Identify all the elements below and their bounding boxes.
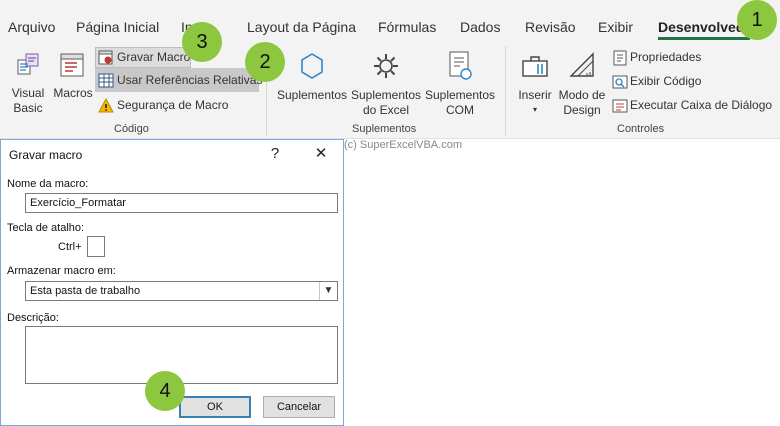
tab-exibir[interactable]: Exibir (598, 19, 633, 35)
descricao-label: Descrição: (7, 312, 59, 324)
properties-icon (613, 50, 627, 66)
chevron-down-icon[interactable]: ▼ (319, 282, 337, 300)
gravar-macro-label: Gravar Macro (117, 50, 191, 64)
gear-icon (374, 54, 398, 78)
tab-dados[interactable]: Dados (460, 19, 500, 35)
group-label-suplementos: Suplementos (352, 123, 417, 135)
tab-revisao[interactable]: Revisão (525, 19, 576, 35)
tab-pagina-inicial[interactable]: Página Inicial (76, 19, 159, 35)
seguranca-macro-label: Segurança de Macro (117, 98, 229, 112)
visual-basic-label-2: Basic (13, 101, 43, 115)
step-badge-1: 1 (737, 0, 777, 40)
inserir-label: Inserir (518, 88, 552, 102)
relative-references-icon (98, 73, 114, 88)
suplementos-com-label-2: COM (446, 103, 474, 117)
armazenar-macro-value: Esta pasta de trabalho (30, 285, 141, 297)
macros-button[interactable]: Macros (52, 44, 94, 114)
group-label-codigo: Código (114, 123, 149, 135)
usar-referencias-label: Usar Referências Relativas (117, 73, 263, 87)
tecla-atalho-label: Tecla de atalho: (7, 222, 85, 234)
watermark: (c) SuperExcelVBA.com (344, 139, 462, 151)
warning-icon (98, 98, 114, 113)
chevron-down-icon: ▾ (532, 105, 537, 114)
seguranca-macro-button[interactable]: Segurança de Macro (98, 97, 228, 115)
ribbon-tab-bar: Arquivo Página Inicial In Layout da Pági… (0, 0, 780, 40)
suplementos-excel-button[interactable]: Suplementos do Excel (350, 44, 422, 117)
com-addin-icon (449, 51, 472, 80)
group-separator (505, 46, 506, 136)
visual-basic-button[interactable]: Visual Basic (6, 44, 50, 115)
help-icon[interactable]: ? (263, 144, 287, 164)
cancelar-button[interactable]: Cancelar (263, 396, 335, 418)
nome-macro-label: Nome da macro: (7, 178, 89, 190)
usar-referencias-relativas-button[interactable]: Usar Referências Relativas (98, 72, 262, 90)
suplementos-label: Suplementos (276, 88, 348, 102)
executar-caixa-dialogo-button[interactable]: Executar Caixa de Diálogo (612, 97, 772, 115)
visual-basic-icon (17, 53, 39, 75)
modo-design-label-2: Design (563, 103, 601, 117)
macros-icon (60, 53, 84, 77)
suplementos-com-label-1: Suplementos (424, 88, 496, 102)
toolbox-icon (522, 56, 548, 77)
armazenar-macro-label: Armazenar macro em: (7, 265, 116, 277)
gravar-macro-button[interactable]: Gravar Macro (98, 49, 190, 67)
dialog-title: Gravar macro (9, 148, 83, 162)
ctrl-label: Ctrl+ (58, 241, 82, 253)
design-mode-icon (569, 52, 594, 77)
modo-design-label-1: Modo de (558, 88, 606, 102)
tab-layout[interactable]: Layout da Página (247, 19, 356, 35)
suplementos-button[interactable]: Suplementos (276, 44, 348, 114)
run-dialog-icon (612, 99, 628, 113)
view-code-icon (612, 75, 628, 89)
ok-button[interactable]: OK (179, 396, 251, 418)
record-macro-icon (98, 50, 113, 65)
executar-label: Executar Caixa de Diálogo (630, 98, 773, 112)
suplementos-com-button[interactable]: Suplementos COM (424, 44, 496, 117)
inserir-controle-button[interactable]: Inserir ▾ (514, 44, 556, 118)
suplementos-icon (301, 53, 323, 79)
propriedades-label: Propriedades (630, 50, 702, 64)
tab-arquivo[interactable]: Arquivo (8, 19, 55, 35)
armazenar-macro-select[interactable]: Esta pasta de trabalho ▼ (25, 281, 338, 301)
step-badge-4: 4 (145, 371, 185, 411)
descricao-textarea[interactable] (25, 326, 338, 384)
nome-macro-input[interactable]: Exercício_Formatar (25, 193, 338, 213)
exibir-codigo-label: Exibir Código (630, 74, 702, 88)
suplementos-excel-label-1: Suplementos (350, 88, 422, 102)
exibir-codigo-button[interactable]: Exibir Código (612, 73, 712, 91)
propriedades-button[interactable]: Propriedades (612, 49, 712, 67)
tecla-atalho-input[interactable] (87, 236, 105, 257)
visual-basic-label-1: Visual (11, 86, 45, 100)
group-label-controles: Controles (617, 123, 665, 135)
macros-label: Macros (53, 86, 93, 100)
suplementos-excel-label-2: do Excel (362, 103, 410, 117)
close-icon[interactable]: ✕ (309, 144, 333, 164)
modo-design-button[interactable]: Modo de Design (558, 44, 606, 118)
ribbon: Visual Basic Macros Gravar Macro Usar Re… (0, 40, 780, 139)
step-badge-3: 3 (182, 22, 222, 62)
step-badge-2: 2 (245, 42, 285, 82)
tab-formulas[interactable]: Fórmulas (378, 19, 436, 35)
